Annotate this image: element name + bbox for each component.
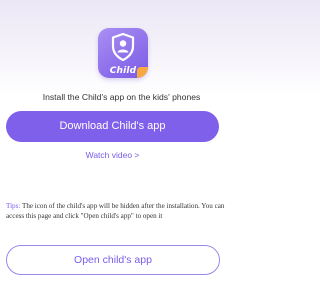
tips-label: Tips: (6, 202, 21, 210)
tips-body: The icon of the child's app will be hidd… (6, 202, 225, 220)
download-childs-app-button[interactable]: Download Child's app (6, 111, 219, 142)
app-icon-badge (137, 67, 148, 78)
install-instruction: Install the Child's app on the kids' pho… (42, 92, 201, 102)
shield-person-icon (111, 33, 135, 61)
child-app-icon: Child (98, 28, 148, 78)
watch-video-link[interactable]: Watch video > (0, 150, 225, 160)
open-childs-app-button[interactable]: Open child's app (6, 245, 220, 275)
tips-note: Tips: The icon of the child's app will b… (6, 201, 238, 221)
